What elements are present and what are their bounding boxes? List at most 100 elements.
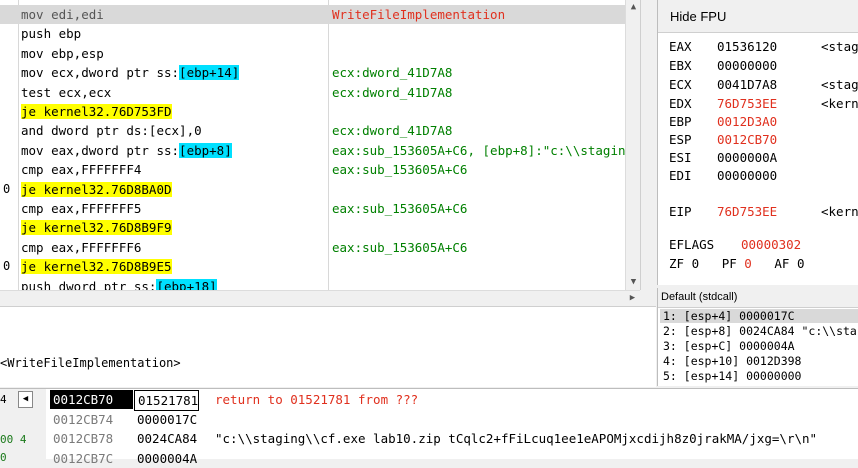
argument-row[interactable]: 1: [esp+4] 0000017C xyxy=(660,309,858,323)
memory-operand: [ebp+18] xyxy=(156,278,217,290)
register-row-ebx[interactable]: EBX 00000000 xyxy=(669,56,821,75)
register-row-ecx[interactable]: ECX 0041D7A8 <stag xyxy=(669,75,858,94)
register-row-eax[interactable]: EAX 01536120 <stag xyxy=(669,37,858,56)
instruction-text: push dword ptr ss: xyxy=(21,278,157,290)
register-value[interactable]: 0000000A xyxy=(717,148,821,167)
disasm-instruction[interactable]: je kernel32.76D753FD xyxy=(21,102,172,121)
flag-pf[interactable]: PF 0 xyxy=(722,256,752,271)
disasm-comment: eax:sub_153605A+C6 xyxy=(332,239,468,255)
disasm-instruction[interactable]: push dword ptr ss:[ebp+18] xyxy=(21,277,217,290)
disasm-instruction[interactable]: mov eax,dword ptr ss:[ebp+8] xyxy=(21,141,232,160)
scroll-down-icon[interactable]: ▼ xyxy=(626,275,640,290)
disasm-instruction[interactable]: push ebp xyxy=(21,24,81,43)
jump-instruction: je kernel32.76D753FD xyxy=(21,104,172,119)
stack-comment: "c:\\staging\\cf.exe lab10.zip tCqlc2+fF… xyxy=(215,431,818,446)
register-value[interactable]: 0012D3A0 xyxy=(717,112,821,131)
scroll-right-icon[interactable]: ▶ xyxy=(625,291,640,306)
disasm-row[interactable]: 0 je kernel32.76D8BA0D xyxy=(0,180,640,199)
register-value[interactable]: 0041D7A8 xyxy=(717,75,821,94)
disasm-instruction[interactable]: cmp eax,FFFFFFF6 xyxy=(21,238,141,257)
register-row-ebp[interactable]: EBP 0012D3A0 xyxy=(669,112,821,131)
instruction-text: mov eax,dword ptr ss: xyxy=(21,142,180,158)
flag-af[interactable]: AF 0 xyxy=(774,256,804,271)
instruction-text: cmp eax,FFFFFFF6 xyxy=(21,239,142,255)
disasm-row[interactable]: je kernel32.76D8B9F9 xyxy=(0,218,640,237)
disassembly-vertical-scrollbar[interactable]: ▲ ▼ xyxy=(625,0,640,290)
register-comment: <kern xyxy=(821,96,858,111)
disasm-row[interactable]: je kernel32.76D753FD xyxy=(0,102,640,121)
register-name: EAX xyxy=(669,39,692,54)
register-name: EDX xyxy=(669,96,692,111)
register-row-esi[interactable]: ESI 0000000A xyxy=(669,148,821,167)
disasm-row[interactable]: push dword ptr ss:[ebp+18] xyxy=(0,277,640,290)
disasm-row[interactable]: and dword ptr ds:[ecx],0 ecx:dword_41D7A8 xyxy=(0,121,640,140)
disasm-row[interactable]: mov edi,edi WriteFileImplementation xyxy=(0,5,640,24)
disassembly-pane[interactable]: mov edi,edi WriteFileImplementation push e… xyxy=(0,0,641,290)
instruction-text: test ecx,ecx xyxy=(21,84,112,100)
register-name: ESP xyxy=(669,132,692,147)
disasm-instruction[interactable]: je kernel32.76D8BA0D xyxy=(21,180,172,199)
disasm-row[interactable]: 0 je kernel32.76D8B9E5 xyxy=(0,257,640,276)
disasm-row[interactable]: mov eax,dword ptr ss:[ebp+8] eax:sub_1536… xyxy=(0,141,640,160)
disasm-gutter: 0 xyxy=(3,259,11,274)
disasm-row[interactable]: cmp eax,FFFFFFF5 eax:sub_153605A+C6 xyxy=(0,199,640,218)
left-panel-stub: 4 ◀ 00 4 0 xyxy=(0,389,46,464)
left-arrow-icon[interactable]: ◀ xyxy=(18,391,33,408)
stack-address[interactable]: 0012CB78 xyxy=(50,429,133,448)
disasm-row[interactable]: mov ebp,esp xyxy=(0,44,640,63)
disasm-instruction[interactable]: cmp eax,FFFFFFF4 xyxy=(21,160,141,179)
registers-header: Hide FPU xyxy=(658,0,858,33)
register-value[interactable]: 0012CB70 xyxy=(717,130,821,149)
disasm-row[interactable]: push ebp xyxy=(0,24,640,43)
eflags-row[interactable]: EFLAGS 00000302 xyxy=(669,235,801,254)
stack-dump-pane[interactable]: 4 ◀ 00 4 0 0012CB70 01521781 return to 015… xyxy=(0,388,858,466)
disassembly-horizontal-scrollbar[interactable]: ▶ xyxy=(0,290,640,306)
register-row-edi[interactable]: EDI 00000000 xyxy=(669,166,821,185)
argument-row[interactable]: 4: [esp+10] 0012D398 xyxy=(663,354,801,368)
register-row-edx[interactable]: EDX 76D753EE <kern xyxy=(669,94,858,113)
scroll-up-icon[interactable]: ▲ xyxy=(626,0,640,15)
register-row-eip[interactable]: EIP 76D753EE <kern xyxy=(669,202,858,221)
disasm-instruction[interactable]: cmp eax,FFFFFFF5 xyxy=(21,199,141,218)
jump-instruction: je kernel32.76D8B9E5 xyxy=(21,259,172,275)
calling-convention-dropdown[interactable]: Default (stdcall) xyxy=(658,288,858,308)
register-value[interactable]: 01536120 xyxy=(717,37,821,56)
stack-address[interactable]: 0012CB7C xyxy=(50,449,133,468)
flag-zf[interactable]: ZF 0 xyxy=(669,256,699,271)
registers-pane: Hide FPU EAX 01536120 <stag EBX 00000000 ECX 0… xyxy=(657,0,858,285)
disasm-row[interactable]: test ecx,ecx ecx:dword_41D7A8 xyxy=(0,83,640,102)
disasm-instruction[interactable]: je kernel32.76D8B9E5 xyxy=(21,257,172,276)
argument-row[interactable]: 2: [esp+8] 0024CA84 "c:\\sta xyxy=(663,324,857,338)
register-value[interactable]: 76D753EE xyxy=(717,94,821,113)
stack-value[interactable]: 01521781 xyxy=(134,390,200,411)
stack-value[interactable]: 0000004A xyxy=(134,449,197,468)
instruction-text: cmp eax,FFFFFFF4 xyxy=(21,162,142,178)
register-value[interactable]: 00000000 xyxy=(717,56,821,75)
disasm-row[interactable]: cmp eax,FFFFFFF4 eax:sub_153605A+C6 xyxy=(0,160,640,179)
disasm-instruction[interactable]: je kernel32.76D8B9F9 xyxy=(21,218,172,237)
memory-operand: [ebp+8] xyxy=(179,142,232,158)
disasm-row[interactable]: cmp eax,FFFFFFF6 eax:sub_153605A+C6 xyxy=(0,238,640,257)
disasm-instruction[interactable]: mov edi,edi xyxy=(21,5,104,24)
disasm-instruction[interactable]: mov ecx,dword ptr ss:[ebp+14] xyxy=(21,63,240,82)
stack-value[interactable]: 0024CA84 xyxy=(134,429,197,448)
argument-row[interactable]: 5: [esp+14] 00000000 xyxy=(663,369,801,383)
disasm-instruction[interactable]: and dword ptr ds:[ecx],0 xyxy=(21,121,202,140)
disasm-row[interactable]: mov ecx,dword ptr ss:[ebp+14] ecx:dword_4… xyxy=(0,63,640,82)
instruction-text: push ebp xyxy=(21,26,82,42)
stack-address[interactable]: 0012CB70 xyxy=(50,390,133,409)
eflags-value[interactable]: 00000302 xyxy=(741,237,801,252)
stack-address[interactable]: 0012CB74 xyxy=(50,410,133,429)
register-row-esp[interactable]: ESP 0012CB70 xyxy=(669,130,821,149)
argument-row[interactable]: 3: [esp+C] 0000004A xyxy=(663,339,795,353)
disasm-comment: WriteFileImplementation xyxy=(332,7,506,22)
disasm-instruction[interactable]: test ecx,ecx xyxy=(21,83,111,102)
register-value[interactable]: 00000000 xyxy=(717,166,821,185)
disasm-instruction[interactable]: mov ebp,esp xyxy=(21,44,104,63)
register-value[interactable]: 76D753EE xyxy=(717,202,821,221)
disasm-comment: eax:sub_153605A+C6 xyxy=(332,201,468,216)
hide-fpu-button[interactable]: Hide FPU xyxy=(670,9,726,24)
register-name: EDI xyxy=(669,168,692,183)
stack-value[interactable]: 0000017C xyxy=(134,410,197,429)
instruction-text: and dword ptr ds:[ecx],0 xyxy=(21,123,202,139)
